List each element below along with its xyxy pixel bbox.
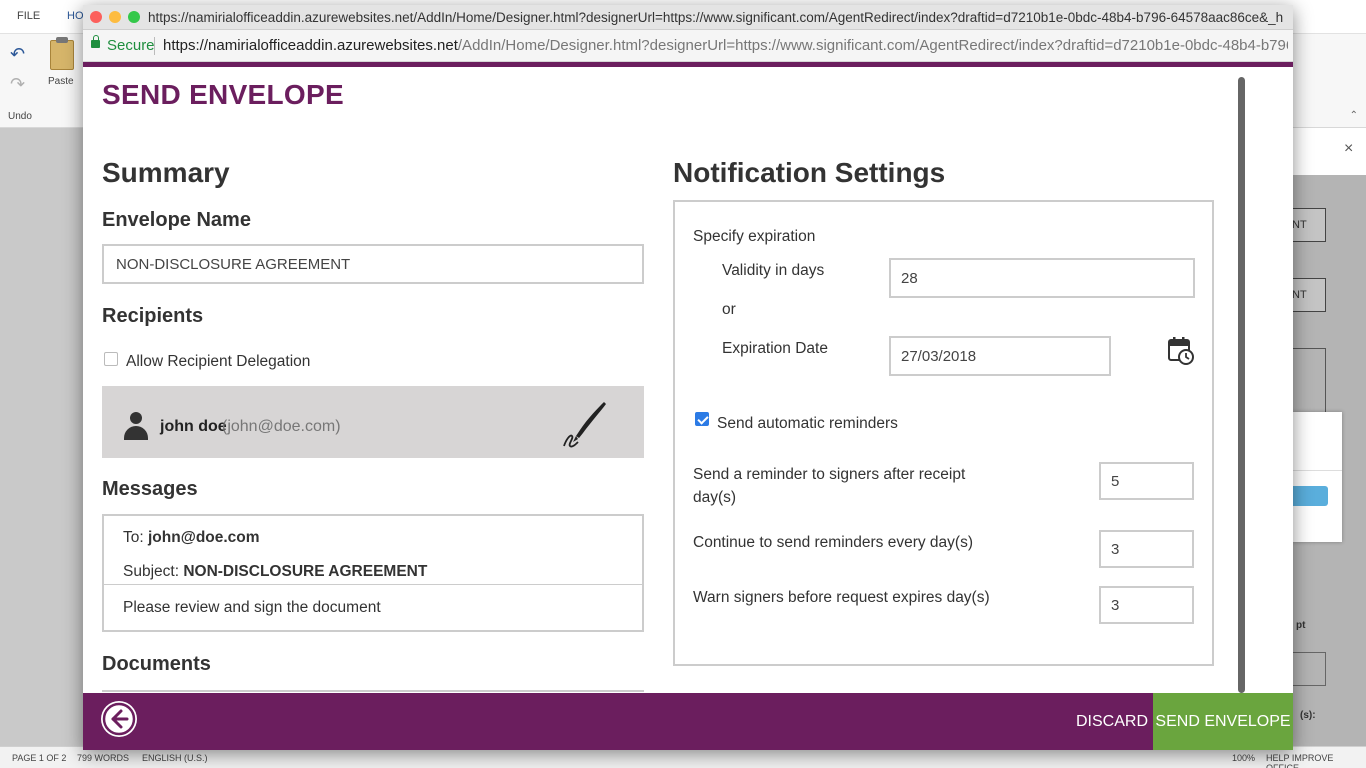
ribbon-tab-file[interactable]: FILE bbox=[17, 10, 40, 22]
minimize-window-button[interactable] bbox=[109, 11, 121, 23]
calendar-icon[interactable] bbox=[1168, 336, 1194, 366]
send-envelope-window: https://namirialofficeaddin.azurewebsite… bbox=[83, 5, 1293, 750]
close-window-button[interactable] bbox=[90, 11, 102, 23]
task-pane-close-icon[interactable]: × bbox=[1344, 140, 1353, 158]
person-icon bbox=[124, 412, 148, 442]
auto-reminders-label: Send automatic reminders bbox=[717, 415, 898, 432]
validity-days-label: Validity in days bbox=[722, 262, 825, 279]
continue-reminders-field[interactable]: 3 bbox=[1099, 530, 1194, 568]
page-title: SEND ENVELOPE bbox=[102, 79, 344, 110]
footer-bar: DISCARD SEND ENVELOPE bbox=[83, 693, 1293, 750]
task-pane-button[interactable]: NT bbox=[1292, 278, 1326, 312]
divider bbox=[1292, 470, 1342, 471]
message-to: To: john@doe.com bbox=[123, 529, 260, 547]
reminder-after-field[interactable]: 5 bbox=[1099, 462, 1194, 500]
documents-heading: Documents bbox=[102, 653, 211, 675]
task-pane-progress[interactable] bbox=[1292, 486, 1328, 506]
or-label: or bbox=[722, 301, 736, 318]
expiration-date-label: Expiration Date bbox=[722, 340, 828, 357]
message-to-label: To: bbox=[123, 529, 144, 546]
status-words[interactable]: 799 WORDS bbox=[77, 753, 129, 763]
paste-label: Paste bbox=[48, 76, 74, 87]
undo-label: Undo bbox=[8, 111, 32, 122]
message-to-value: john@doe.com bbox=[148, 529, 260, 546]
messages-heading: Messages bbox=[102, 478, 198, 500]
task-pane-card bbox=[1292, 412, 1342, 542]
recipient-card[interactable]: john doe (john@doe.com) bbox=[102, 386, 644, 458]
signature-pen-icon[interactable] bbox=[560, 400, 610, 450]
message-subject-value: NON-DISCLOSURE AGREEMENT bbox=[183, 563, 428, 580]
collapse-ribbon-icon[interactable]: ⌃ bbox=[1350, 110, 1358, 121]
address-bar[interactable]: Secure https://namirialofficeaddin.azure… bbox=[83, 30, 1293, 62]
message-subject: Subject: NON-DISCLOSURE AGREEMENT bbox=[123, 563, 427, 581]
message-subject-label: Subject: bbox=[123, 563, 180, 580]
summary-heading: Summary bbox=[102, 157, 230, 188]
recipient-email: (john@doe.com) bbox=[222, 418, 341, 435]
discard-button[interactable]: DISCARD bbox=[1063, 693, 1161, 750]
send-envelope-button[interactable]: SEND ENVELOPE bbox=[1153, 693, 1293, 750]
validity-days-field[interactable]: 28 bbox=[889, 258, 1195, 298]
task-pane-label: pt bbox=[1296, 620, 1306, 631]
window-title: https://namirialofficeaddin.azurewebsite… bbox=[148, 10, 1283, 25]
auto-reminders-checkbox[interactable] bbox=[695, 412, 709, 426]
arrow-left-icon bbox=[102, 702, 136, 736]
undo-icon[interactable]: ↶ bbox=[10, 44, 25, 65]
back-button[interactable] bbox=[101, 701, 137, 737]
task-pane-input[interactable] bbox=[1292, 652, 1326, 686]
recipient-name: john doe bbox=[160, 418, 227, 435]
divider bbox=[154, 37, 155, 55]
window-titlebar: https://namirialofficeaddin.azurewebsite… bbox=[83, 5, 1293, 30]
maximize-window-button[interactable] bbox=[128, 11, 140, 23]
redo-icon[interactable]: ↷ bbox=[10, 74, 25, 95]
status-help[interactable]: HELP IMPROVE OFFICE bbox=[1266, 753, 1366, 768]
envelope-content: SEND ENVELOPE Summary Envelope Name NON-… bbox=[83, 67, 1293, 692]
paste-icon[interactable] bbox=[50, 37, 74, 70]
ribbon-tab-home[interactable]: HO bbox=[67, 10, 84, 22]
url-text[interactable]: https://namirialofficeaddin.azurewebsite… bbox=[163, 37, 1288, 54]
allow-delegation-checkbox[interactable] bbox=[104, 352, 118, 366]
documents-list[interactable] bbox=[102, 690, 644, 692]
status-page[interactable]: PAGE 1 OF 2 bbox=[12, 753, 66, 763]
reminder-after-label: Send a reminder to signers after receipt bbox=[693, 466, 966, 483]
recipients-heading: Recipients bbox=[102, 305, 204, 327]
warn-signers-field[interactable]: 3 bbox=[1099, 586, 1194, 624]
url-host: https://namirialofficeaddin.azurewebsite… bbox=[163, 37, 458, 54]
notification-settings-panel: Specify expiration Validity in days 28 o… bbox=[673, 200, 1214, 666]
divider bbox=[104, 584, 642, 585]
message-body: Please review and sign the document bbox=[123, 599, 381, 616]
notification-settings-heading: Notification Settings bbox=[673, 157, 946, 188]
envelope-name-field[interactable]: NON-DISCLOSURE AGREEMENT bbox=[102, 244, 644, 284]
lock-icon bbox=[91, 35, 100, 48]
allow-delegation-label: Allow Recipient Delegation bbox=[126, 353, 311, 370]
continue-reminders-label: Continue to send reminders every day(s) bbox=[693, 534, 973, 551]
secure-label: Secure bbox=[107, 37, 155, 54]
warn-signers-label: Warn signers before request expires day(… bbox=[693, 589, 990, 606]
url-path: /AddIn/Home/Designer.html?designerUrl=ht… bbox=[457, 37, 1288, 54]
task-pane-label: (s): bbox=[1300, 710, 1316, 721]
envelope-name-label: Envelope Name bbox=[102, 209, 251, 231]
specify-expiration-label: Specify expiration bbox=[693, 228, 816, 245]
scrollbar-thumb[interactable] bbox=[1238, 77, 1245, 693]
task-pane-button[interactable]: NT bbox=[1292, 208, 1326, 242]
messages-box[interactable]: To: john@doe.com Subject: NON-DISCLOSURE… bbox=[102, 514, 644, 632]
status-zoom[interactable]: 100% bbox=[1232, 753, 1255, 763]
reminder-after-unit: day(s) bbox=[693, 489, 737, 506]
status-language[interactable]: ENGLISH (U.S.) bbox=[142, 753, 208, 763]
expiration-date-field[interactable]: 27/03/2018 bbox=[889, 336, 1111, 376]
